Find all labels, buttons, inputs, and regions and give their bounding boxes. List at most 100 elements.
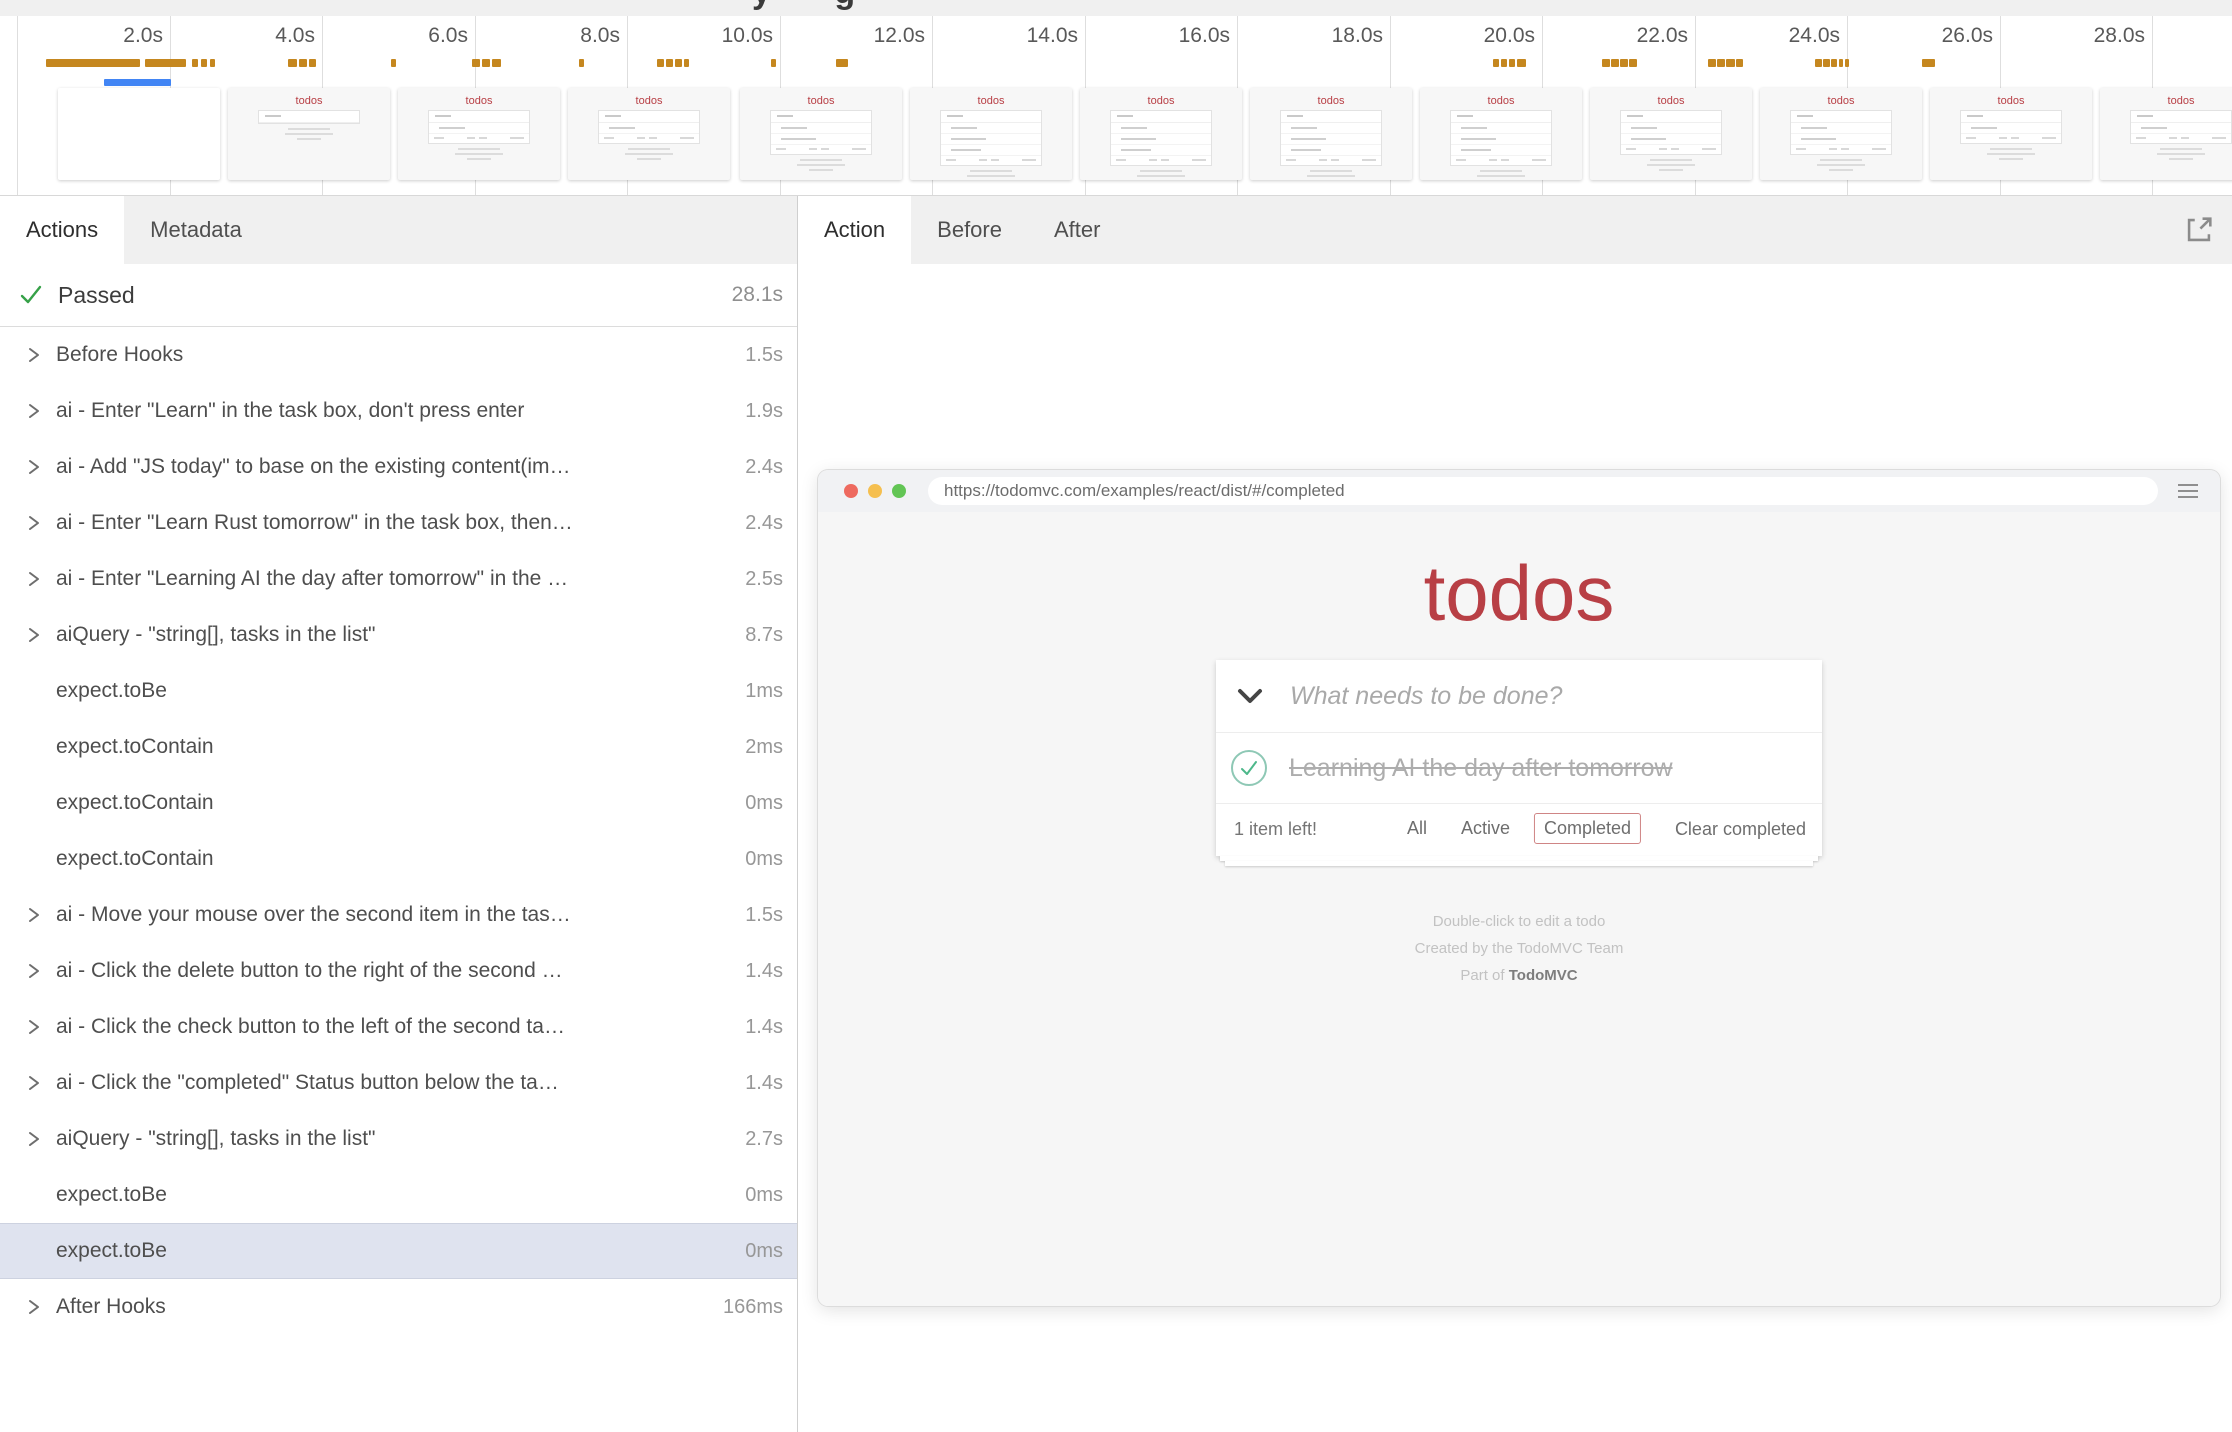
action-time-marker: [1922, 59, 1935, 67]
action-time-marker: [482, 59, 490, 67]
action-row[interactable]: ai - Click the check button to the left …: [0, 999, 797, 1055]
action-row[interactable]: expect.toContain0ms: [0, 775, 797, 831]
chevron-right-icon[interactable]: [27, 1297, 43, 1317]
open-snapshot-in-new-tab-icon[interactable]: [2182, 213, 2216, 247]
action-time-marker: [836, 59, 848, 67]
tab-before[interactable]: Before: [911, 196, 1028, 264]
action-row[interactable]: ai - Click the "completed" Status button…: [0, 1055, 797, 1111]
filmstrip-thumbnail[interactable]: todos: [1590, 88, 1752, 180]
action-row[interactable]: expect.toContain0ms: [0, 831, 797, 887]
action-row[interactable]: ai - Add "JS today" to base on the exist…: [0, 439, 797, 495]
filmstrip-thumbnail[interactable]: todos: [1250, 88, 1412, 180]
timeline-selection-bar[interactable]: [104, 79, 171, 86]
actions-list: Before Hooks1.5s ai - Enter "Learn" in th…: [0, 327, 797, 1432]
thumbnail-todo-card: [258, 110, 360, 124]
action-time-marker: [1620, 59, 1628, 67]
action-row[interactable]: ai - Enter "Learn" in the task box, don'…: [0, 383, 797, 439]
filmstrip-thumbnail[interactable]: todos: [740, 88, 902, 180]
action-time-marker: [46, 59, 140, 67]
action-row[interactable]: aiQuery - "string[], tasks in the list"2…: [0, 1111, 797, 1167]
action-row[interactable]: expect.toBe0ms: [0, 1223, 797, 1279]
filmstrip-thumbnail[interactable]: todos: [1080, 88, 1242, 180]
action-duration: 1.4s: [745, 1016, 783, 1039]
filmstrip-thumbnail[interactable]: todos: [1760, 88, 1922, 180]
action-row[interactable]: ai - Click the delete button to the righ…: [0, 943, 797, 999]
filter-active[interactable]: Active: [1451, 813, 1520, 844]
action-row[interactable]: ai - Enter "Learning AI the day after to…: [0, 551, 797, 607]
filmstrip-thumbnail[interactable]: todos: [398, 88, 560, 180]
clipped-title-fragment: y g: [752, 0, 869, 12]
action-label: ai - Enter "Learning AI the day after to…: [56, 567, 737, 591]
action-row[interactable]: expect.toBe1ms: [0, 663, 797, 719]
thumbnail-todos-title: todos: [910, 95, 1072, 107]
filmstrip-thumbnail[interactable]: todos: [910, 88, 1072, 180]
filmstrip-thumbnail[interactable]: todos: [568, 88, 730, 180]
tab-metadata[interactable]: Metadata: [124, 196, 268, 264]
timeline-tick-label: 28.0s: [2094, 24, 2145, 48]
filmstrip-thumbnail[interactable]: [58, 88, 220, 180]
action-time-marker: [675, 59, 682, 67]
chevron-right-icon[interactable]: [27, 569, 43, 589]
action-row[interactable]: expect.toContain2ms: [0, 719, 797, 775]
action-label: ai - Click the "completed" Status button…: [56, 1071, 737, 1095]
action-label: ai - Enter "Learn" in the task box, don'…: [56, 399, 737, 423]
action-label: ai - Click the check button to the left …: [56, 1015, 737, 1039]
clear-completed-button[interactable]: Clear completed: [1675, 819, 1806, 840]
tab-actions[interactable]: Actions: [0, 196, 124, 264]
traffic-light-minimize-icon[interactable]: [868, 484, 882, 498]
tab-after[interactable]: After: [1028, 196, 1126, 264]
action-time-marker: [1517, 59, 1526, 67]
tab-action[interactable]: Action: [798, 196, 911, 264]
filmstrip-thumbnail[interactable]: todos: [228, 88, 390, 180]
filmstrip-thumbnail[interactable]: todos: [2100, 88, 2232, 180]
action-time-marker: [1602, 59, 1610, 67]
chevron-right-icon[interactable]: [27, 961, 43, 981]
filter-all[interactable]: All: [1397, 813, 1437, 844]
playwright-trace-viewer: { "header": { "clipped_title_fragment": …: [0, 0, 2232, 1432]
filmstrip-thumbnail[interactable]: todos: [1930, 88, 2092, 180]
thumbnail-todo-card: [1280, 110, 1382, 166]
action-row[interactable]: aiQuery - "string[], tasks in the list"8…: [0, 607, 797, 663]
chevron-right-icon[interactable]: [27, 1017, 43, 1037]
traffic-light-close-icon[interactable]: [844, 484, 858, 498]
new-todo-input[interactable]: What needs to be done?: [1290, 682, 1562, 711]
action-row[interactable]: expect.toBe0ms: [0, 1167, 797, 1223]
todo-checkbox-checked-icon[interactable]: [1231, 750, 1267, 786]
hamburger-menu-icon[interactable]: [2178, 484, 2198, 498]
todo-footer: 1 item left! AllActiveCompleted Clear co…: [1216, 803, 1822, 856]
chevron-right-icon[interactable]: [27, 905, 43, 925]
toggle-all-chevron-down-icon[interactable]: [1236, 687, 1264, 705]
thumbnail-todo-card: [1620, 110, 1722, 155]
url-bar[interactable]: https://todomvc.com/examples/react/dist/…: [928, 477, 2158, 505]
action-row[interactable]: ai - Move your mouse over the second ite…: [0, 887, 797, 943]
action-duration: 1.4s: [745, 960, 783, 983]
chevron-right-icon[interactable]: [27, 457, 43, 477]
timeline-tick-label: 16.0s: [1179, 24, 1230, 48]
chevron-right-icon[interactable]: [27, 625, 43, 645]
action-row[interactable]: Before Hooks1.5s: [0, 327, 797, 383]
action-time-marker: [492, 59, 501, 67]
action-time-marker: [1629, 59, 1637, 67]
action-duration: 0ms: [745, 1184, 783, 1207]
chevron-right-icon[interactable]: [27, 345, 43, 365]
action-duration: 8.7s: [745, 624, 783, 647]
todo-item-text[interactable]: Learning AI the day after tomorrow: [1289, 754, 1673, 783]
filmstrip-thumbnail[interactable]: todos: [1420, 88, 1582, 180]
filter-completed[interactable]: Completed: [1534, 813, 1641, 844]
action-row[interactable]: After Hooks166ms: [0, 1279, 797, 1335]
chevron-right-icon[interactable]: [27, 401, 43, 421]
thumbnail-todo-card: [770, 110, 872, 155]
action-row[interactable]: ai - Enter "Learn Rust tomorrow" in the …: [0, 495, 797, 551]
action-label: After Hooks: [56, 1295, 715, 1319]
action-label: expect.toContain: [56, 791, 737, 815]
timeline-tick-label: 18.0s: [1332, 24, 1383, 48]
traffic-light-zoom-icon[interactable]: [892, 484, 906, 498]
todo-item-row: Learning AI the day after tomorrow: [1216, 733, 1822, 803]
timeline-filmstrip[interactable]: y g 2.0s4.0s6.0s8.0s10.0s12.0s14.0s16.0s…: [0, 0, 2232, 196]
chevron-right-icon[interactable]: [27, 1129, 43, 1149]
panel-divider[interactable]: [797, 196, 798, 1432]
todomvc-brand-link[interactable]: TodoMVC: [1509, 967, 1578, 984]
chevron-right-icon[interactable]: [27, 1073, 43, 1093]
action-time-marker: [1611, 59, 1619, 67]
chevron-right-icon[interactable]: [27, 513, 43, 533]
